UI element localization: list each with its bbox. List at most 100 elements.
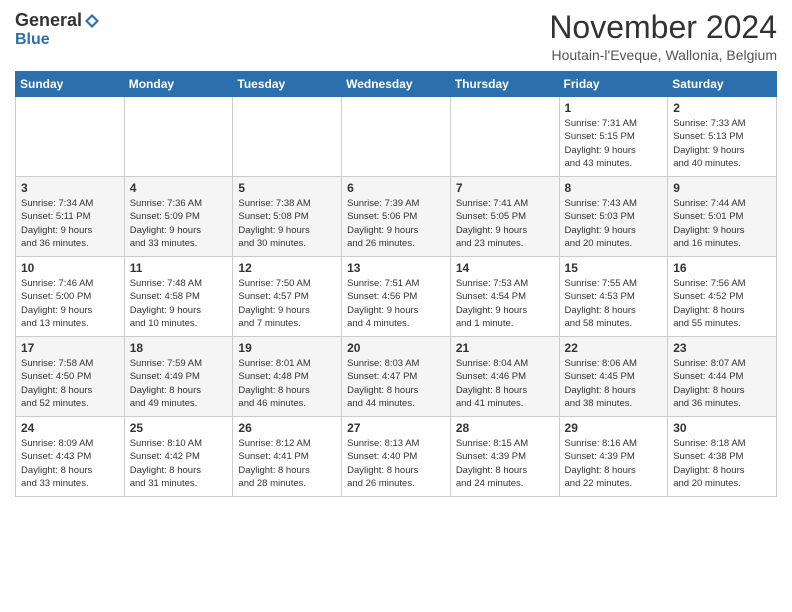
day-cell: 17 Sunrise: 7:58 AM Sunset: 4:50 PM Dayli… bbox=[16, 337, 125, 417]
day-cell: 11 Sunrise: 7:48 AM Sunset: 4:58 PM Dayli… bbox=[124, 257, 233, 337]
day-number: 24 bbox=[21, 421, 119, 435]
day-info: Sunrise: 7:36 AM Sunset: 5:09 PM Dayligh… bbox=[130, 197, 228, 250]
day-cell: 22 Sunrise: 8:06 AM Sunset: 4:45 PM Dayli… bbox=[559, 337, 668, 417]
day-number: 20 bbox=[347, 341, 445, 355]
day-number: 18 bbox=[130, 341, 228, 355]
day-cell: 8Sunrise: 7:43 AM Sunset: 5:03 PM Daylig… bbox=[559, 177, 668, 257]
day-number: 27 bbox=[347, 421, 445, 435]
day-number: 13 bbox=[347, 261, 445, 275]
day-info: Sunrise: 8:09 AM Sunset: 4:43 PM Dayligh… bbox=[21, 437, 119, 490]
day-cell: 16 Sunrise: 7:56 AM Sunset: 4:52 PM Dayli… bbox=[668, 257, 777, 337]
day-number: 14 bbox=[456, 261, 554, 275]
day-cell: 2 Sunrise: 7:33 AM Sunset: 5:13 PM Daylig… bbox=[668, 97, 777, 177]
week-row-0: 1Sunrise: 7:31 AM Sunset: 5:15 PM Daylig… bbox=[16, 97, 777, 177]
day-cell: 24 Sunrise: 8:09 AM Sunset: 4:43 PM Dayli… bbox=[16, 417, 125, 497]
day-number: 10 bbox=[21, 261, 119, 275]
day-cell: 9 Sunrise: 7:44 AM Sunset: 5:01 PM Daylig… bbox=[668, 177, 777, 257]
logo-general-text: General bbox=[15, 10, 82, 31]
day-info: Sunrise: 7:51 AM Sunset: 4:56 PM Dayligh… bbox=[347, 277, 445, 330]
day-info: Sunrise: 8:04 AM Sunset: 4:46 PM Dayligh… bbox=[456, 357, 554, 410]
header: General Blue November 2024 Houtain-l'Eve… bbox=[15, 10, 777, 63]
day-cell: 18 Sunrise: 7:59 AM Sunset: 4:49 PM Dayli… bbox=[124, 337, 233, 417]
day-info: Sunrise: 7:50 AM Sunset: 4:57 PM Dayligh… bbox=[238, 277, 336, 330]
day-number: 4 bbox=[130, 181, 228, 195]
day-number: 23 bbox=[673, 341, 771, 355]
day-info: Sunrise: 8:06 AM Sunset: 4:45 PM Dayligh… bbox=[565, 357, 663, 410]
day-info: Sunrise: 8:07 AM Sunset: 4:44 PM Dayligh… bbox=[673, 357, 771, 410]
logo-blue-text: Blue bbox=[15, 31, 50, 48]
col-header-friday: Friday bbox=[559, 72, 668, 97]
col-header-tuesday: Tuesday bbox=[233, 72, 342, 97]
day-number: 26 bbox=[238, 421, 336, 435]
day-cell: 12 Sunrise: 7:50 AM Sunset: 4:57 PM Dayli… bbox=[233, 257, 342, 337]
day-info: Sunrise: 7:58 AM Sunset: 4:50 PM Dayligh… bbox=[21, 357, 119, 410]
day-number: 3 bbox=[21, 181, 119, 195]
day-info: Sunrise: 7:55 AM Sunset: 4:53 PM Dayligh… bbox=[565, 277, 663, 330]
week-row-4: 24 Sunrise: 8:09 AM Sunset: 4:43 PM Dayli… bbox=[16, 417, 777, 497]
day-number: 5 bbox=[238, 181, 336, 195]
col-header-wednesday: Wednesday bbox=[342, 72, 451, 97]
day-cell: 3 Sunrise: 7:34 AM Sunset: 5:11 PM Daylig… bbox=[16, 177, 125, 257]
day-info: Sunrise: 7:39 AM Sunset: 5:06 PM Dayligh… bbox=[347, 197, 445, 250]
day-number: 7 bbox=[456, 181, 554, 195]
day-info: Sunrise: 7:48 AM Sunset: 4:58 PM Dayligh… bbox=[130, 277, 228, 330]
day-cell: 13 Sunrise: 7:51 AM Sunset: 4:56 PM Dayli… bbox=[342, 257, 451, 337]
day-cell bbox=[450, 97, 559, 177]
col-header-saturday: Saturday bbox=[668, 72, 777, 97]
day-info: Sunrise: 7:46 AM Sunset: 5:00 PM Dayligh… bbox=[21, 277, 119, 330]
day-number: 21 bbox=[456, 341, 554, 355]
day-cell: 5 Sunrise: 7:38 AM Sunset: 5:08 PM Daylig… bbox=[233, 177, 342, 257]
month-title: November 2024 bbox=[549, 10, 777, 45]
day-cell: 20Sunrise: 8:03 AM Sunset: 4:47 PM Dayli… bbox=[342, 337, 451, 417]
day-number: 25 bbox=[130, 421, 228, 435]
calendar-header-row: SundayMondayTuesdayWednesdayThursdayFrid… bbox=[16, 72, 777, 97]
day-cell: 21 Sunrise: 8:04 AM Sunset: 4:46 PM Dayli… bbox=[450, 337, 559, 417]
day-cell: 27 Sunrise: 8:13 AM Sunset: 4:40 PM Dayli… bbox=[342, 417, 451, 497]
logo: General Blue bbox=[15, 10, 101, 49]
col-header-sunday: Sunday bbox=[16, 72, 125, 97]
day-info: Sunrise: 7:59 AM Sunset: 4:49 PM Dayligh… bbox=[130, 357, 228, 410]
day-number: 11 bbox=[130, 261, 228, 275]
logo-icon bbox=[83, 12, 101, 30]
day-cell bbox=[233, 97, 342, 177]
day-info: Sunrise: 8:13 AM Sunset: 4:40 PM Dayligh… bbox=[347, 437, 445, 490]
day-number: 16 bbox=[673, 261, 771, 275]
day-cell: 23 Sunrise: 8:07 AM Sunset: 4:44 PM Dayli… bbox=[668, 337, 777, 417]
day-info: Sunrise: 8:18 AM Sunset: 4:38 PM Dayligh… bbox=[673, 437, 771, 490]
day-cell: 1Sunrise: 7:31 AM Sunset: 5:15 PM Daylig… bbox=[559, 97, 668, 177]
day-info: Sunrise: 8:01 AM Sunset: 4:48 PM Dayligh… bbox=[238, 357, 336, 410]
week-row-1: 3 Sunrise: 7:34 AM Sunset: 5:11 PM Daylig… bbox=[16, 177, 777, 257]
day-info: Sunrise: 7:38 AM Sunset: 5:08 PM Dayligh… bbox=[238, 197, 336, 250]
day-number: 12 bbox=[238, 261, 336, 275]
day-cell: 4 Sunrise: 7:36 AM Sunset: 5:09 PM Daylig… bbox=[124, 177, 233, 257]
day-info: Sunrise: 8:10 AM Sunset: 4:42 PM Dayligh… bbox=[130, 437, 228, 490]
day-cell: 25 Sunrise: 8:10 AM Sunset: 4:42 PM Dayli… bbox=[124, 417, 233, 497]
day-info: Sunrise: 7:34 AM Sunset: 5:11 PM Dayligh… bbox=[21, 197, 119, 250]
day-number: 17 bbox=[21, 341, 119, 355]
day-cell: 28Sunrise: 8:15 AM Sunset: 4:39 PM Dayli… bbox=[450, 417, 559, 497]
col-header-thursday: Thursday bbox=[450, 72, 559, 97]
week-row-2: 10 Sunrise: 7:46 AM Sunset: 5:00 PM Dayli… bbox=[16, 257, 777, 337]
day-info: Sunrise: 8:12 AM Sunset: 4:41 PM Dayligh… bbox=[238, 437, 336, 490]
page: General Blue November 2024 Houtain-l'Eve… bbox=[0, 0, 792, 612]
day-info: Sunrise: 7:44 AM Sunset: 5:01 PM Dayligh… bbox=[673, 197, 771, 250]
day-number: 6 bbox=[347, 181, 445, 195]
day-number: 30 bbox=[673, 421, 771, 435]
day-info: Sunrise: 7:53 AM Sunset: 4:54 PM Dayligh… bbox=[456, 277, 554, 330]
day-info: Sunrise: 7:33 AM Sunset: 5:13 PM Dayligh… bbox=[673, 117, 771, 170]
day-number: 2 bbox=[673, 101, 771, 115]
day-info: Sunrise: 8:16 AM Sunset: 4:39 PM Dayligh… bbox=[565, 437, 663, 490]
day-info: Sunrise: 7:43 AM Sunset: 5:03 PM Dayligh… bbox=[565, 197, 663, 250]
location: Houtain-l'Eveque, Wallonia, Belgium bbox=[549, 47, 777, 63]
week-row-3: 17 Sunrise: 7:58 AM Sunset: 4:50 PM Dayli… bbox=[16, 337, 777, 417]
day-number: 9 bbox=[673, 181, 771, 195]
day-number: 19 bbox=[238, 341, 336, 355]
day-info: Sunrise: 7:56 AM Sunset: 4:52 PM Dayligh… bbox=[673, 277, 771, 330]
day-info: Sunrise: 8:15 AM Sunset: 4:39 PM Dayligh… bbox=[456, 437, 554, 490]
day-number: 22 bbox=[565, 341, 663, 355]
day-cell: 15Sunrise: 7:55 AM Sunset: 4:53 PM Dayli… bbox=[559, 257, 668, 337]
day-info: Sunrise: 7:41 AM Sunset: 5:05 PM Dayligh… bbox=[456, 197, 554, 250]
day-cell bbox=[124, 97, 233, 177]
day-info: Sunrise: 7:31 AM Sunset: 5:15 PM Dayligh… bbox=[565, 117, 663, 170]
day-cell: 30 Sunrise: 8:18 AM Sunset: 4:38 PM Dayli… bbox=[668, 417, 777, 497]
